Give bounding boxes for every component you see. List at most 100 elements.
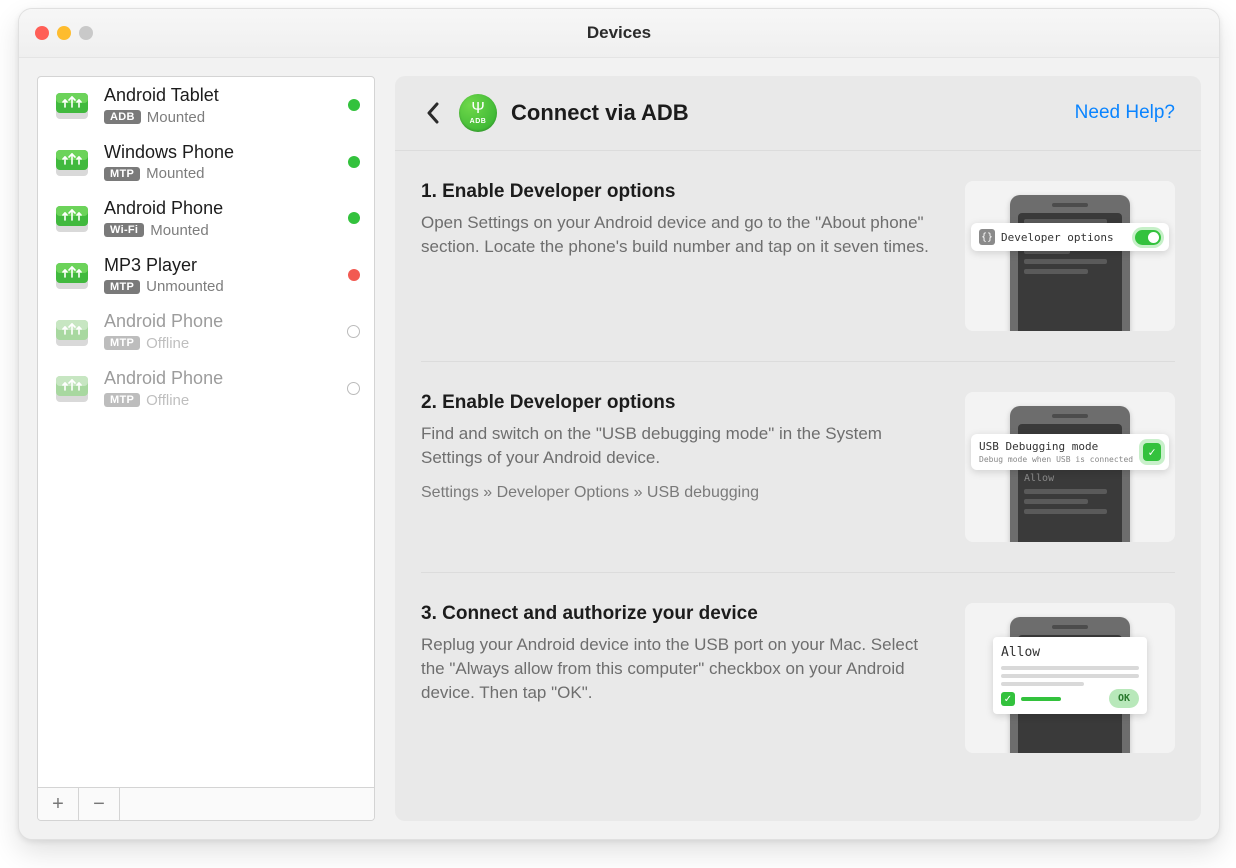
protocol-badge: MTP bbox=[104, 280, 140, 294]
device-name: Android Phone bbox=[104, 311, 335, 333]
phone-mock: Allow bbox=[1010, 406, 1130, 542]
device-icon-slot bbox=[52, 312, 92, 352]
protocol-badge: Wi-Fi bbox=[104, 223, 144, 237]
detail-title: Connect via ADB bbox=[511, 100, 689, 126]
device-state: Unmounted bbox=[146, 278, 224, 295]
device-row[interactable]: Android Phone MTP Offline bbox=[38, 303, 374, 360]
device-row[interactable]: Windows Phone MTP Mounted bbox=[38, 134, 374, 191]
step-description: Replug your Android device into the USB … bbox=[421, 633, 941, 704]
chip-label: USB Debugging mode bbox=[979, 440, 1098, 453]
device-info: Windows Phone MTP Mounted bbox=[104, 142, 336, 183]
device-icon-slot bbox=[52, 255, 92, 295]
device-row[interactable]: Android Phone MTP Offline bbox=[38, 360, 374, 417]
checkbox-on-icon: ✓ bbox=[1001, 692, 1015, 706]
device-info: MP3 Player MTP Unmounted bbox=[104, 255, 336, 296]
step-title: 3. Connect and authorize your device bbox=[421, 603, 941, 625]
ok-button-mock: OK bbox=[1109, 689, 1139, 708]
device-sub: MTP Unmounted bbox=[104, 278, 336, 295]
device-state: Offline bbox=[146, 335, 189, 352]
device-state: Mounted bbox=[146, 165, 204, 182]
step-illustration: {} Developer options bbox=[965, 181, 1175, 331]
device-state: Mounted bbox=[147, 109, 205, 126]
device-sub: MTP Offline bbox=[104, 335, 335, 352]
detail-panel: Ψ ADB Connect via ADB Need Help? 1. Enab… bbox=[395, 76, 1201, 821]
device-name: Android Phone bbox=[104, 198, 336, 220]
protocol-badge: MTP bbox=[104, 167, 140, 181]
device-info: Android Phone Wi-Fi Mounted bbox=[104, 198, 336, 239]
device-info: Android Phone MTP Offline bbox=[104, 368, 335, 409]
detail-header: Ψ ADB Connect via ADB Need Help? bbox=[395, 76, 1201, 151]
device-state: Offline bbox=[146, 392, 189, 409]
content-area: Android Tablet ADB Mounted Windows Phone bbox=[19, 58, 1219, 839]
device-name: Android Phone bbox=[104, 368, 335, 390]
step: 1. Enable Developer options Open Setting… bbox=[421, 151, 1175, 362]
add-device-button[interactable]: + bbox=[38, 788, 79, 820]
remove-device-button[interactable]: − bbox=[79, 788, 120, 820]
device-state: Mounted bbox=[150, 222, 208, 239]
device-icon-slot bbox=[52, 198, 92, 238]
adb-icon-label: ADB bbox=[470, 118, 487, 125]
braces-icon: {} bbox=[979, 229, 995, 245]
window-title: Devices bbox=[19, 23, 1219, 43]
device-sidebar: Android Tablet ADB Mounted Windows Phone bbox=[37, 76, 375, 821]
status-indicator bbox=[348, 212, 360, 224]
step-illustration: Allow USB Debugging mode Debug mode when… bbox=[965, 392, 1175, 542]
device-sub: MTP Mounted bbox=[104, 165, 336, 182]
device-icon-slot bbox=[52, 142, 92, 182]
usb-debugging-chip: USB Debugging mode Debug mode when USB i… bbox=[971, 434, 1169, 470]
step-text: 3. Connect and authorize your device Rep… bbox=[421, 603, 941, 704]
status-indicator bbox=[348, 269, 360, 281]
adb-icon: Ψ ADB bbox=[459, 94, 497, 132]
device-icon-slot bbox=[52, 85, 92, 125]
device-row[interactable]: MP3 Player MTP Unmounted bbox=[38, 247, 374, 304]
status-indicator bbox=[348, 99, 360, 111]
protocol-badge: MTP bbox=[104, 393, 140, 407]
step-title: 1. Enable Developer options bbox=[421, 181, 941, 203]
back-button[interactable] bbox=[421, 101, 445, 125]
device-drive-icon bbox=[52, 368, 92, 408]
step-title: 2. Enable Developer options bbox=[421, 392, 941, 414]
chip-label: Developer options bbox=[1001, 231, 1114, 244]
step-illustration: Allow ✓ OK bbox=[965, 603, 1175, 753]
device-name: Windows Phone bbox=[104, 142, 336, 164]
step-description: Open Settings on your Android device and… bbox=[421, 211, 941, 259]
device-drive-icon bbox=[52, 312, 92, 352]
step-path: Settings » Developer Options » USB debug… bbox=[421, 484, 941, 502]
device-sub: ADB Mounted bbox=[104, 109, 336, 126]
allow-strip: Allow bbox=[1024, 473, 1116, 484]
device-list: Android Tablet ADB Mounted Windows Phone bbox=[38, 77, 374, 787]
step: 2. Enable Developer options Find and swi… bbox=[421, 362, 1175, 573]
device-name: MP3 Player bbox=[104, 255, 336, 277]
help-link[interactable]: Need Help? bbox=[1075, 102, 1175, 124]
status-indicator bbox=[347, 382, 360, 395]
steps-list: 1. Enable Developer options Open Setting… bbox=[395, 151, 1201, 821]
protocol-badge: MTP bbox=[104, 336, 140, 350]
step-text: 2. Enable Developer options Find and swi… bbox=[421, 392, 941, 502]
step: 3. Connect and authorize your device Rep… bbox=[421, 573, 1175, 783]
toggle-on-icon bbox=[1135, 230, 1161, 245]
device-icon-slot bbox=[52, 368, 92, 408]
chip-sublabel: Debug mode when USB is connected bbox=[979, 455, 1137, 464]
usb-icon: Ψ bbox=[471, 101, 484, 117]
checkbox-on-icon: ✓ bbox=[1143, 443, 1161, 461]
allow-dialog: Allow ✓ OK bbox=[993, 637, 1147, 714]
device-drive-icon bbox=[52, 255, 92, 295]
device-row[interactable]: Android Tablet ADB Mounted bbox=[38, 77, 374, 134]
status-indicator bbox=[347, 325, 360, 338]
protocol-badge: ADB bbox=[104, 110, 141, 124]
device-row[interactable]: Android Phone Wi-Fi Mounted bbox=[38, 190, 374, 247]
device-drive-icon bbox=[52, 198, 92, 238]
titlebar: Devices bbox=[19, 9, 1219, 58]
device-drive-icon bbox=[52, 85, 92, 125]
allow-title: Allow bbox=[1001, 645, 1139, 660]
app-window: Devices Android Tablet ADB Mounted bbox=[18, 8, 1220, 840]
developer-options-chip: {} Developer options bbox=[971, 223, 1169, 251]
step-description: Find and switch on the "USB debugging mo… bbox=[421, 422, 941, 470]
device-name: Android Tablet bbox=[104, 85, 336, 107]
chevron-left-icon bbox=[426, 102, 440, 124]
phone-mock bbox=[1010, 195, 1130, 331]
status-indicator bbox=[348, 156, 360, 168]
device-sub: MTP Offline bbox=[104, 392, 335, 409]
device-info: Android Tablet ADB Mounted bbox=[104, 85, 336, 126]
device-drive-icon bbox=[52, 142, 92, 182]
